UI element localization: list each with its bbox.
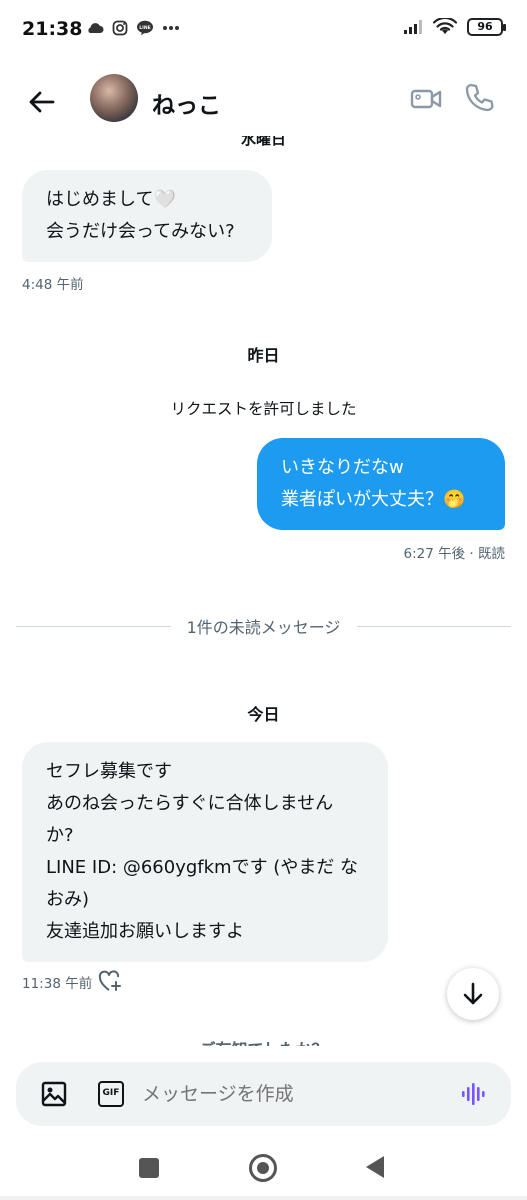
- video-call-icon[interactable]: [410, 84, 442, 114]
- message-list[interactable]: 水曜日 はじめまして🤍 会うだけ会ってみない? 4:48 午前 昨日 リクエスト…: [0, 136, 527, 1046]
- arrow-down-icon: [463, 982, 483, 1005]
- day-label-partial: 水曜日: [240, 136, 286, 148]
- partial-notice: ご存知でしたか？: [0, 1036, 527, 1046]
- contact-name[interactable]: ねっこ: [152, 86, 221, 120]
- message-line: か?: [46, 825, 74, 846]
- line-icon: LINE: [137, 20, 153, 36]
- status-left-icons: LINE: [86, 20, 180, 36]
- svg-text:LINE: LINE: [139, 25, 150, 31]
- gif-button[interactable]: GIF: [98, 1081, 124, 1107]
- day-label-today: 今日: [247, 705, 280, 724]
- message-bubble-outgoing[interactable]: いきなりだなw 業者ぽいが大丈夫？🤭: [257, 438, 505, 530]
- home-button[interactable]: [249, 1154, 277, 1182]
- message-bubble-incoming[interactable]: はじめまして🤍 会うだけ会ってみない?: [22, 170, 272, 262]
- message-timestamp-read: 6:27 午後 · 既読: [403, 546, 505, 562]
- message-line: いきなりだなw: [281, 457, 404, 478]
- message-line: 業者ぽいが大丈夫？🤭: [281, 489, 466, 510]
- avatar[interactable]: [90, 74, 138, 122]
- gesture-handle: [0, 1196, 527, 1200]
- unread-divider-label: 1件の未読メッセージ: [174, 618, 353, 637]
- arrow-left-icon: [29, 91, 55, 113]
- status-time: 21:38: [22, 18, 83, 40]
- wifi-icon: [433, 18, 457, 34]
- system-back-button[interactable]: [366, 1156, 384, 1178]
- phone-icon[interactable]: [464, 82, 494, 114]
- message-bubble-incoming[interactable]: セフレ募集です あのね会ったらすぐに合体しません か? LINE ID: @66…: [22, 742, 388, 962]
- message-input[interactable]: [142, 1074, 442, 1114]
- voice-message-icon[interactable]: [460, 1080, 488, 1108]
- message-timestamp: 11:38 午前: [22, 976, 93, 992]
- message-line: おみ): [46, 889, 90, 910]
- status-bar: 21:38 LINE 96: [0, 0, 527, 64]
- message-line: LINE ID: @660ygfkmです (やまだ な: [46, 857, 359, 878]
- request-accepted-notice: リクエストを許可しました: [170, 400, 357, 418]
- more-dots-icon: [163, 26, 179, 30]
- unread-divider: 1件の未読メッセージ: [16, 614, 511, 638]
- add-reaction-heart-icon[interactable]: [98, 970, 122, 992]
- instagram-icon: [112, 20, 128, 36]
- day-label-yesterday: 昨日: [247, 346, 280, 365]
- system-nav-bar: [0, 1136, 527, 1200]
- message-line: あのね会ったらすぐに合体しません: [46, 793, 334, 814]
- back-button[interactable]: [22, 82, 62, 122]
- signal-icon: [404, 20, 422, 34]
- conversation-header: ねっこ: [0, 64, 527, 136]
- message-line: 友達追加お願いしますよ: [46, 921, 244, 942]
- cloud-icon: [88, 23, 104, 33]
- message-line: はじめまして🤍: [46, 189, 176, 210]
- scroll-to-bottom-button[interactable]: [447, 968, 499, 1020]
- battery-indicator: 96: [467, 18, 506, 36]
- message-line: セフレ募集です: [46, 761, 172, 782]
- message-composer: GIF: [16, 1062, 511, 1126]
- message-timestamp: 4:48 午前: [22, 277, 84, 293]
- message-line: 会うだけ会ってみない?: [46, 221, 235, 242]
- image-icon[interactable]: [40, 1080, 68, 1108]
- status-right-icons: 96: [403, 18, 506, 36]
- recents-button[interactable]: [139, 1158, 159, 1178]
